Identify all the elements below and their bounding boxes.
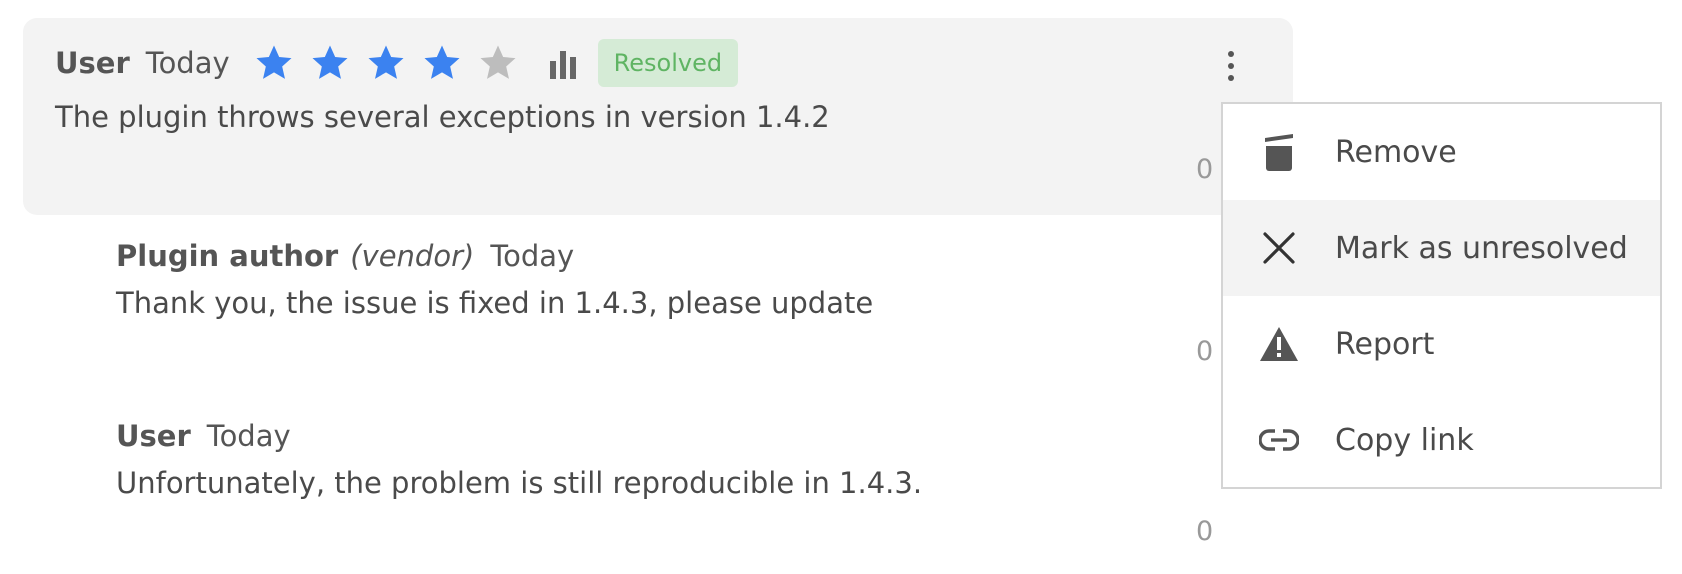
menu-item-label: Mark as unresolved	[1335, 230, 1628, 266]
reply-author[interactable]: User	[116, 419, 191, 453]
review-author[interactable]: User	[55, 46, 130, 80]
context-menu: Remove Mark as unresolved Report Copy li…	[1221, 102, 1662, 489]
reply-date: Today	[490, 239, 575, 273]
reply-header: Plugin author (vendor) Today	[116, 236, 574, 276]
reply-author[interactable]: Plugin author	[116, 239, 338, 273]
vote-count[interactable]: 0	[1196, 154, 1213, 185]
menu-item-copy-link[interactable]: Copy link	[1223, 392, 1660, 488]
link-icon	[1259, 420, 1299, 460]
star-icon	[368, 45, 404, 79]
vote-count[interactable]: 0	[1196, 336, 1213, 367]
vote-count[interactable]: 0	[1196, 516, 1213, 547]
star-rating	[254, 43, 518, 83]
menu-item-label: Copy link	[1335, 422, 1474, 458]
menu-item-label: Report	[1335, 326, 1435, 362]
status-badge: Resolved	[597, 39, 739, 87]
trash-icon	[1259, 132, 1299, 172]
review-thread: User Today Resolved The plugin throws se…	[0, 0, 1682, 574]
kebab-menu-icon[interactable]	[1219, 48, 1243, 84]
menu-item-label: Remove	[1335, 134, 1457, 170]
reply-header: User Today	[116, 416, 291, 456]
review-date: Today	[145, 46, 230, 80]
review-header: User Today Resolved	[55, 39, 739, 87]
star-icon	[256, 45, 292, 79]
review-text: The plugin throws several exceptions in …	[55, 100, 830, 134]
reply-text: Thank you, the issue is fixed in 1.4.3, …	[116, 286, 874, 320]
warning-icon	[1259, 324, 1299, 364]
menu-item-mark-unresolved[interactable]: Mark as unresolved	[1223, 200, 1660, 296]
star-icon	[424, 45, 460, 79]
bar-chart-icon[interactable]	[548, 47, 578, 79]
reply-date: Today	[206, 419, 291, 453]
star-icon	[312, 45, 348, 79]
reply-text: Unfortunately, the problem is still repr…	[116, 466, 923, 500]
reply-role: (vendor)	[350, 239, 475, 273]
close-icon	[1259, 228, 1299, 268]
menu-item-report[interactable]: Report	[1223, 296, 1660, 392]
menu-item-remove[interactable]: Remove	[1223, 104, 1660, 200]
star-icon	[480, 45, 516, 79]
review-card: User Today Resolved The plugin throws se…	[23, 18, 1293, 215]
